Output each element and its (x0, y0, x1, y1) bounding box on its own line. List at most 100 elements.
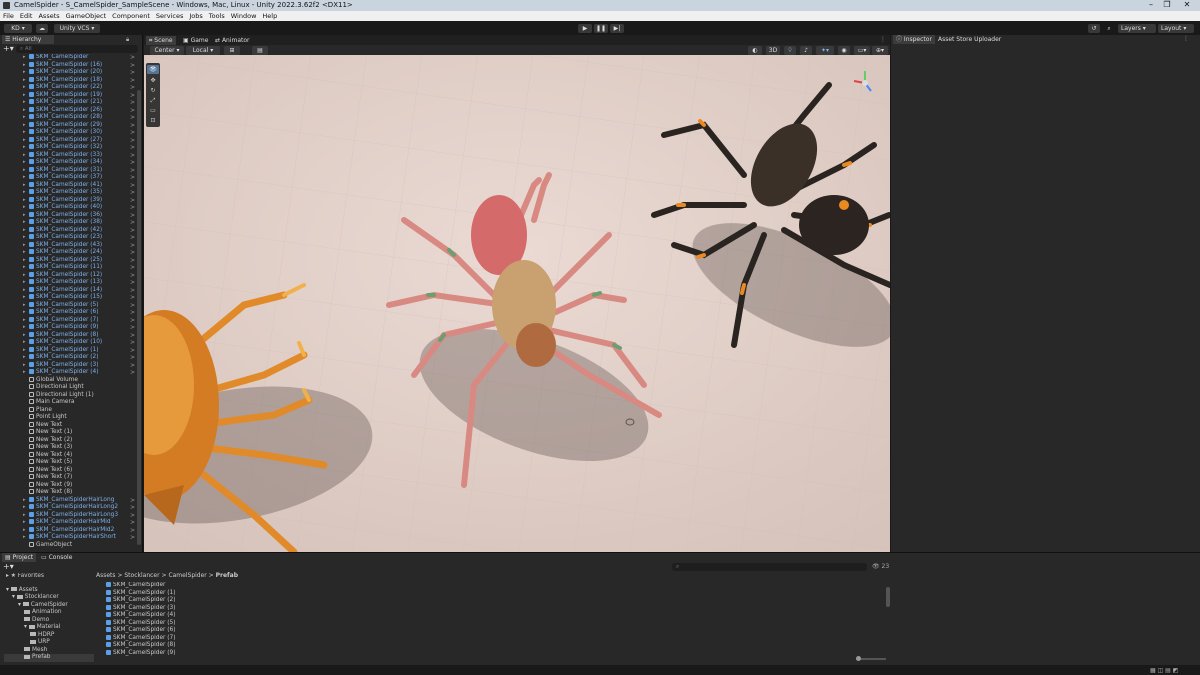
expand-arrow-icon[interactable]: ▸ (23, 144, 26, 152)
expand-arrow-icon[interactable]: ▸ (23, 227, 26, 235)
lighting-icon[interactable]: 💡︎ (784, 46, 796, 55)
cloud-icon[interactable]: ☁ (36, 24, 48, 33)
prefab-file-item[interactable]: SKM_CamelSpider (106, 582, 866, 590)
menu-file[interactable]: File (0, 11, 17, 21)
camera-settings-icon[interactable]: ▭▾ (854, 46, 870, 55)
hierarchy-item[interactable]: ▸ SKM_CamelSpiderHairLong2 > (0, 504, 143, 512)
open-prefab-icon[interactable]: > (130, 189, 135, 197)
space-dropdown[interactable]: Local ▾ (186, 46, 220, 55)
expand-arrow-icon[interactable]: ▸ (23, 69, 26, 77)
expand-arrow-icon[interactable]: ▸ (23, 287, 26, 295)
menu-services[interactable]: Services (153, 11, 186, 21)
hierarchy-item[interactable]: ▸ SKM_CamelSpider (16) > (0, 61, 143, 70)
open-prefab-icon[interactable]: > (130, 497, 135, 505)
open-prefab-icon[interactable]: > (130, 152, 135, 160)
expand-arrow-icon[interactable]: ▸ (23, 249, 26, 257)
open-prefab-icon[interactable]: > (130, 324, 135, 332)
expand-arrow-icon[interactable]: ▸ (23, 504, 26, 512)
open-prefab-icon[interactable]: > (130, 219, 135, 227)
tab-project[interactable]: ▤ Project (2, 553, 37, 562)
expand-arrow-icon[interactable]: ▸ (23, 84, 26, 92)
hierarchy-item[interactable]: New Text (3) (0, 444, 143, 452)
prefab-file-item[interactable]: SKM_CamelSpider (2) (106, 597, 866, 605)
hierarchy-item[interactable]: ▸ SKM_CamelSpider (5) > (0, 301, 143, 310)
hierarchy-item[interactable]: New Text (6) (0, 466, 143, 475)
expand-arrow-icon[interactable]: ▸ (23, 362, 26, 370)
icon-size-slider-thumb[interactable] (856, 656, 861, 661)
hierarchy-item[interactable]: ▸ SKM_CamelSpider (9) > (0, 324, 143, 332)
hierarchy-item[interactable]: GameObject (0, 541, 143, 550)
open-prefab-icon[interactable]: > (130, 519, 135, 527)
search-icon[interactable]: ⌕ (1104, 24, 1114, 33)
expand-arrow-icon[interactable]: ▸ (23, 294, 26, 302)
expand-arrow-icon[interactable]: ▸ (23, 519, 26, 527)
audio-icon[interactable]: ♪ (800, 46, 812, 55)
expand-arrow-icon[interactable]: ▸ (23, 54, 26, 62)
open-prefab-icon[interactable]: > (130, 167, 135, 175)
open-prefab-icon[interactable]: > (130, 204, 135, 212)
open-prefab-icon[interactable]: > (130, 287, 135, 295)
menu-edit[interactable]: Edit (17, 11, 36, 21)
project-tree-item[interactable]: Prefab (4, 654, 94, 662)
hierarchy-item[interactable]: ▸ SKM_CamelSpider (34) > (0, 159, 143, 167)
pivot-dropdown[interactable]: Center ▾ (150, 46, 184, 55)
expand-arrow-icon[interactable]: ▸ (23, 527, 26, 535)
hierarchy-item[interactable]: New Text (4) (0, 451, 143, 460)
open-prefab-icon[interactable]: > (130, 242, 135, 250)
expand-arrow-icon[interactable]: ▸ (23, 242, 26, 250)
hidden-packages-count[interactable]: 👁︎ 23 (872, 563, 889, 570)
hierarchy-item[interactable]: ▸ SKM_CamelSpider (3) > (0, 361, 143, 370)
hierarchy-item[interactable]: ▸ SKM_CamelSpiderHairMid > (0, 519, 143, 527)
open-prefab-icon[interactable]: > (130, 362, 135, 370)
hierarchy-item[interactable]: ▸ SKM_CamelSpider (8) > (0, 331, 143, 340)
open-prefab-icon[interactable]: > (130, 212, 135, 220)
breadcrumb-stocklancer[interactable]: Stocklancer (124, 572, 159, 579)
hierarchy-item[interactable]: ▸ SKM_CamelSpider (12) > (0, 271, 143, 280)
hierarchy-item[interactable]: New Text (7) (0, 474, 143, 482)
open-prefab-icon[interactable]: > (130, 317, 135, 325)
expand-arrow-icon[interactable]: ▸ (23, 354, 26, 362)
open-prefab-icon[interactable]: > (130, 279, 135, 287)
hierarchy-item[interactable]: ▸ SKM_CamelSpider (13) > (0, 279, 143, 287)
project-tree-item[interactable]: Demo (4, 617, 94, 625)
open-prefab-icon[interactable]: > (130, 92, 135, 100)
open-prefab-icon[interactable]: > (130, 512, 135, 520)
open-prefab-icon[interactable]: > (130, 339, 135, 347)
expand-arrow-icon[interactable]: ▸ (23, 512, 26, 520)
hierarchy-item[interactable]: New Text (9) (0, 481, 143, 490)
hierarchy-item[interactable]: ▸ SKM_CamelSpider (22) > (0, 84, 143, 92)
hierarchy-item[interactable]: ▸ SKM_CamelSpider (28) > (0, 114, 143, 122)
menu-help[interactable]: Help (259, 11, 280, 21)
history-icon[interactable]: ↺ (1088, 24, 1100, 33)
snap-increment-icon[interactable]: ▤ (252, 46, 268, 55)
hierarchy-item[interactable]: Directional Light (0, 384, 143, 392)
hierarchy-item[interactable]: ▸ SKM_CamelSpider (7) > (0, 316, 143, 325)
hierarchy-item[interactable]: ▸ SKM_CamelSpider (33) > (0, 151, 143, 160)
hierarchy-item[interactable]: ▸ SKM_CamelSpider (25) > (0, 256, 143, 265)
expand-arrow-icon[interactable]: ▸ (23, 174, 26, 182)
expand-arrow-icon[interactable]: ▸ (23, 339, 26, 347)
expand-arrow-icon[interactable]: ▸ (23, 152, 26, 160)
expand-arrow-icon[interactable]: ▸ (23, 204, 26, 212)
scale-tool-icon[interactable]: ⤢ (147, 96, 159, 105)
hierarchy-item[interactable]: Directional Light (1) (0, 391, 143, 400)
expand-arrow-icon[interactable]: ▸ (23, 302, 26, 310)
open-prefab-icon[interactable]: > (130, 332, 135, 340)
prefab-file-item[interactable]: SKM_CamelSpider (5) (106, 619, 866, 628)
expand-arrow-icon[interactable]: ▸ (23, 137, 26, 145)
hierarchy-item[interactable]: ▸ SKM_CamelSpider (24) > (0, 249, 143, 257)
expand-arrow-icon[interactable]: ▸ (23, 347, 26, 355)
mode-2d3d-button[interactable]: 3D (766, 46, 780, 55)
visibility-icon[interactable]: ◉ (838, 46, 850, 55)
open-prefab-icon[interactable]: > (130, 302, 135, 310)
maximize-button[interactable]: ❐ (1160, 0, 1174, 11)
hierarchy-item[interactable]: ▸ SKM_CamelSpider (42) > (0, 226, 143, 235)
open-prefab-icon[interactable]: > (130, 122, 135, 130)
tab-inspector[interactable]: ⓘ Inspector (893, 35, 935, 44)
expand-arrow-icon[interactable]: ▸ (23, 497, 26, 505)
grid-snap-icon[interactable]: ⊞ (224, 46, 240, 55)
project-tree-item[interactable]: Animation (4, 609, 94, 617)
project-search-input[interactable]: ⌕ (672, 563, 867, 571)
open-prefab-icon[interactable]: > (130, 174, 135, 182)
scene-menu-icon[interactable]: ⋮ (880, 36, 886, 43)
